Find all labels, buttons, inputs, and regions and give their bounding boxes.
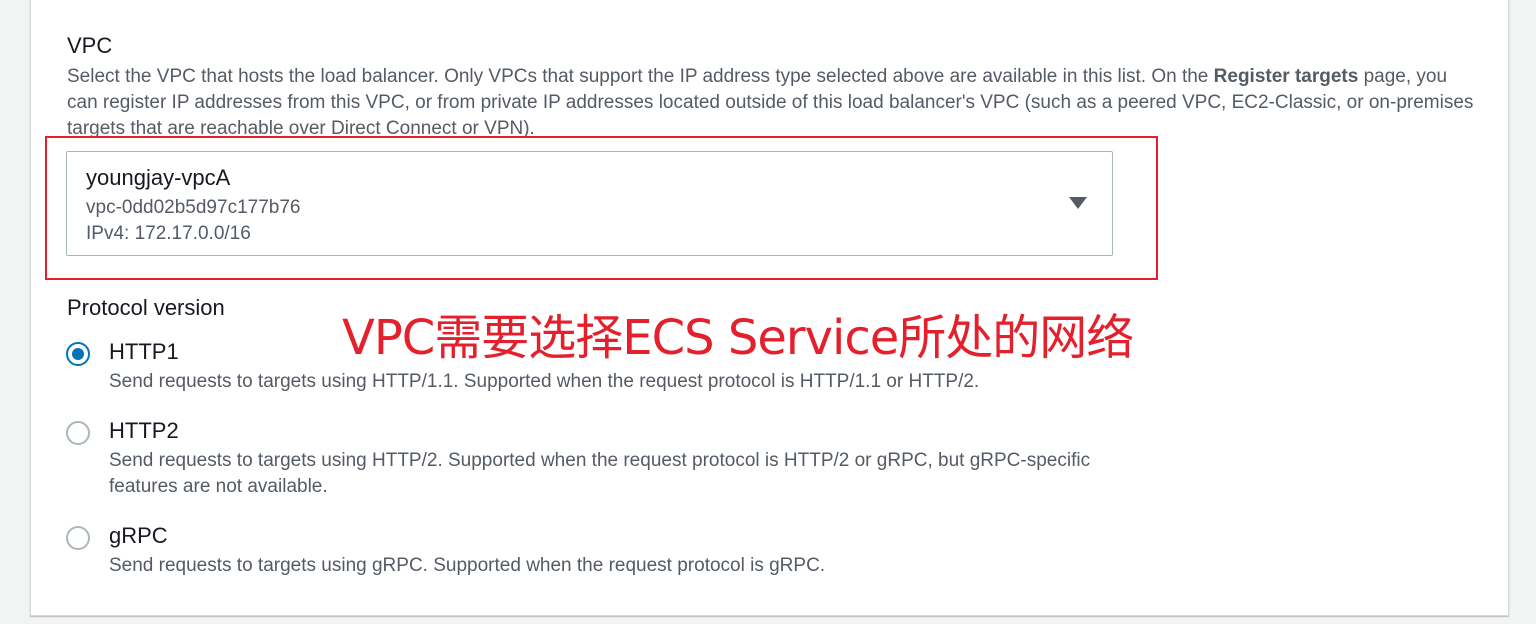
protocol-version-label: Protocol version bbox=[67, 295, 225, 320]
annotation-text: VPC需要选择ECS Service所处的网络 bbox=[342, 310, 1134, 366]
vpc-description-text: Select the VPC that hosts the load balan… bbox=[67, 66, 1214, 87]
vpc-description: Select the VPC that hosts the load balan… bbox=[67, 64, 1477, 136]
radio-grpc[interactable] bbox=[66, 526, 90, 550]
radio-http2[interactable] bbox=[66, 421, 90, 445]
radio-grpc-description: Send requests to targets using gRPC. Sup… bbox=[109, 555, 826, 576]
register-targets-emphasis: Register targets bbox=[1213, 66, 1359, 87]
radio-http1[interactable] bbox=[66, 342, 90, 366]
vpc-label: VPC bbox=[67, 33, 113, 58]
radio-http1-label[interactable]: HTTP1 bbox=[109, 338, 179, 366]
radio-http1-description: Send requests to targets using HTTP/1.1.… bbox=[109, 371, 980, 392]
vpc-select[interactable]: youngjay-vpcA vpc-0dd02b5d97c177b76 IPv4… bbox=[66, 151, 1113, 256]
radio-http2-label[interactable]: HTTP2 bbox=[109, 417, 179, 445]
radio-http2-description: Send requests to targets using HTTP/2. S… bbox=[109, 450, 1091, 497]
vpc-select-name: youngjay-vpcA bbox=[86, 165, 231, 190]
vpc-select-cidr: IPv4: 172.17.0.0/16 bbox=[86, 223, 251, 244]
caret-down-icon[interactable] bbox=[1069, 197, 1087, 209]
vpc-select-id: vpc-0dd02b5d97c177b76 bbox=[86, 197, 301, 218]
radio-grpc-label[interactable]: gRPC bbox=[109, 522, 168, 550]
